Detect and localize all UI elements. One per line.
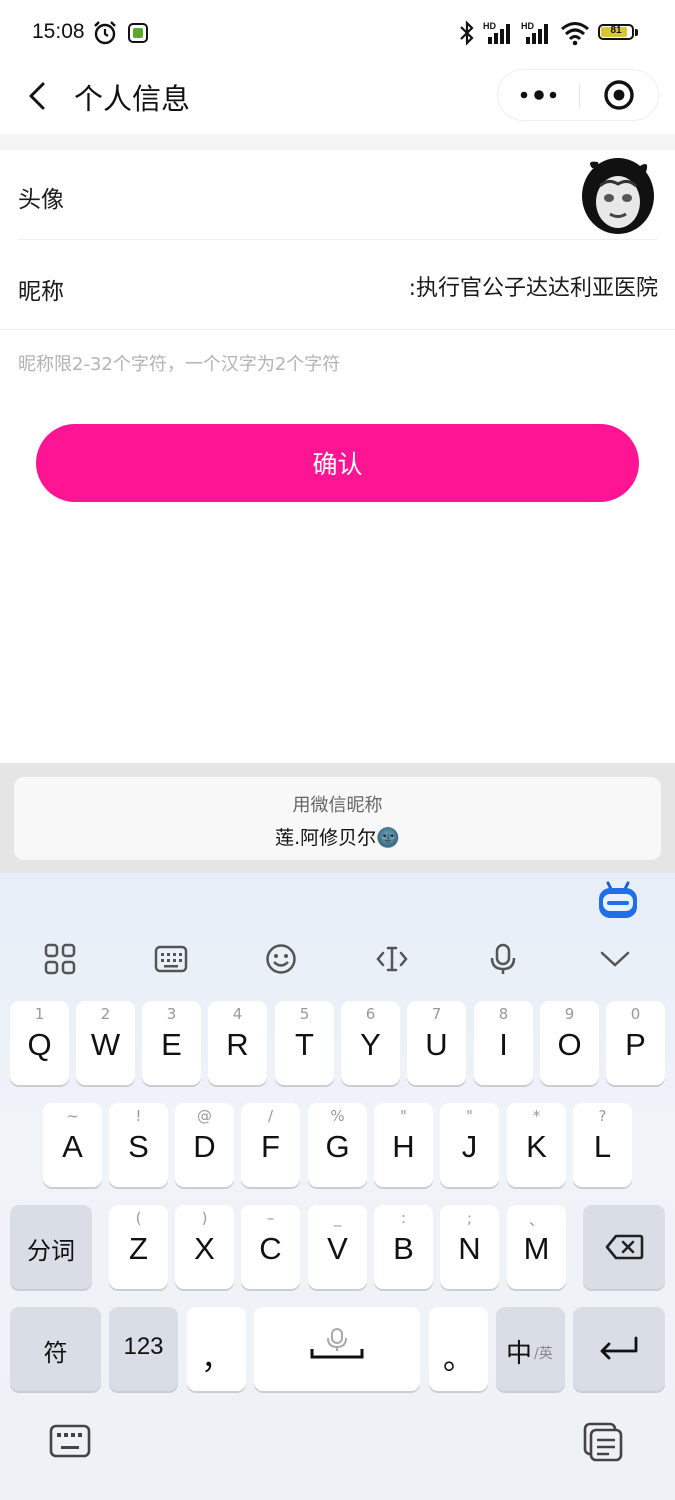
key-i[interactable]: 8I (474, 1001, 533, 1085)
avatar-label: 头像 (18, 186, 64, 212)
space-key[interactable] (254, 1307, 420, 1391)
key-o[interactable]: 9O (540, 1001, 599, 1085)
suggestion-name: 莲.阿修贝尔🌚 (275, 827, 400, 849)
row-divider (0, 329, 675, 330)
key-w[interactable]: 2W (76, 1001, 135, 1085)
language-switch-key[interactable]: 中 /英 (496, 1307, 565, 1391)
key-e[interactable]: 3E (142, 1001, 201, 1085)
keyboard-layout-icon[interactable] (151, 939, 191, 979)
apps-grid-icon[interactable] (40, 939, 80, 979)
alarm-icon (94, 21, 116, 45)
voice-space-icon (310, 1328, 364, 1359)
key-x[interactable]: ) X (175, 1205, 234, 1289)
key-s[interactable]: ! S (109, 1103, 168, 1187)
key-j[interactable]: " J (440, 1103, 499, 1187)
nickname-suggestion-panel: 用微信昵称 莲.阿修贝尔🌚 (0, 763, 675, 873)
status-bar: 15:08 HD HD 81 (0, 0, 675, 62)
backspace-key[interactable] (583, 1205, 665, 1289)
wifi-icon (561, 22, 589, 46)
enter-key[interactable] (573, 1307, 665, 1391)
key-c[interactable]: – C (241, 1205, 300, 1289)
mini-program-capsule (497, 69, 659, 121)
key-k[interactable]: * K (507, 1103, 566, 1187)
nav-bar: 个人信息 (0, 62, 675, 134)
key-y[interactable]: 6Y (341, 1001, 400, 1085)
signal-hd-icon: HD (483, 21, 510, 44)
clipboard-icon[interactable] (581, 1422, 625, 1462)
close-program-icon[interactable] (580, 70, 660, 120)
backspace-icon (605, 1234, 644, 1260)
battery-level: 81 (610, 25, 622, 36)
svg-text:HD: HD (483, 21, 496, 31)
suggestion-title: 用微信昵称 (292, 795, 383, 816)
comma-key[interactable]: ， (187, 1307, 246, 1391)
key-u[interactable]: 7U (407, 1001, 466, 1085)
app-notification-icon (128, 23, 148, 43)
key-g[interactable]: % G (308, 1103, 367, 1187)
key-r[interactable]: 4R (208, 1001, 267, 1085)
back-button[interactable] (18, 76, 58, 116)
svg-text:HD: HD (521, 21, 534, 31)
wechat-nickname-suggestion[interactable]: 用微信昵称 莲.阿修贝尔🌚 (14, 777, 661, 860)
enter-icon (600, 1336, 638, 1360)
battery-icon: 81 (598, 24, 634, 40)
bluetooth-icon (460, 20, 474, 46)
nickname-value: :执行官公子达达利亚医院 (408, 276, 658, 301)
more-options-icon[interactable] (498, 70, 579, 120)
section-gap (0, 134, 675, 150)
battery-nub (635, 29, 638, 36)
key-v[interactable]: _ V (308, 1205, 367, 1289)
nickname-label: 昵称 (18, 278, 64, 304)
key-t[interactable]: 5T (275, 1001, 334, 1085)
keyboard-assistant-icon[interactable] (596, 877, 640, 921)
nickname-input[interactable]: :执行官公子达达利亚医院 (200, 262, 658, 308)
key-b[interactable]: :B (374, 1205, 433, 1289)
key-a[interactable]: ~ A (43, 1103, 102, 1187)
key-q[interactable]: 1Q (10, 1001, 69, 1085)
key-n[interactable]: ; N (440, 1205, 499, 1289)
segment-word-key[interactable]: 分词 (10, 1205, 92, 1289)
chinese-label: 中 (506, 1339, 533, 1369)
key-h[interactable]: " H (374, 1103, 433, 1187)
page-title: 个人信息 (74, 84, 191, 116)
key-m[interactable]: 、 M (507, 1205, 566, 1289)
key-p[interactable]: 0P (606, 1001, 665, 1085)
status-time: 15:08 (32, 20, 85, 43)
soft-keyboard: 1Q 2W 3E 4R 5T 6Y 7U 8I 9O 0P ~ A ! S @ D /… (0, 873, 675, 1500)
collapse-keyboard-icon[interactable] (595, 939, 635, 979)
signal-hd-icon-2: HD (521, 21, 548, 44)
avatar[interactable] (578, 156, 654, 236)
avatar-row[interactable]: 头像 (0, 150, 675, 240)
number-key[interactable]: 123 (109, 1307, 178, 1391)
nickname-row: 昵称 :执行官公子达达利亚医院 (0, 240, 675, 330)
symbol-key[interactable]: 符 (10, 1307, 101, 1391)
key-d[interactable]: @ D (175, 1103, 234, 1187)
nickname-hint: 昵称限2-32个字符，一个汉字为2个字符 (18, 354, 341, 375)
cursor-move-icon[interactable] (372, 939, 412, 979)
key-l[interactable]: ? L (573, 1103, 632, 1187)
english-label: /英 (534, 1346, 553, 1362)
key-f[interactable]: / F (241, 1103, 300, 1187)
keyboard-switch-icon[interactable] (48, 1422, 92, 1462)
emoji-icon[interactable] (261, 939, 301, 979)
key-z[interactable]: (Z (109, 1205, 168, 1289)
period-key[interactable]: 。 (429, 1307, 488, 1391)
confirm-button[interactable]: 确认 (36, 424, 639, 502)
microphone-icon[interactable] (483, 939, 523, 979)
